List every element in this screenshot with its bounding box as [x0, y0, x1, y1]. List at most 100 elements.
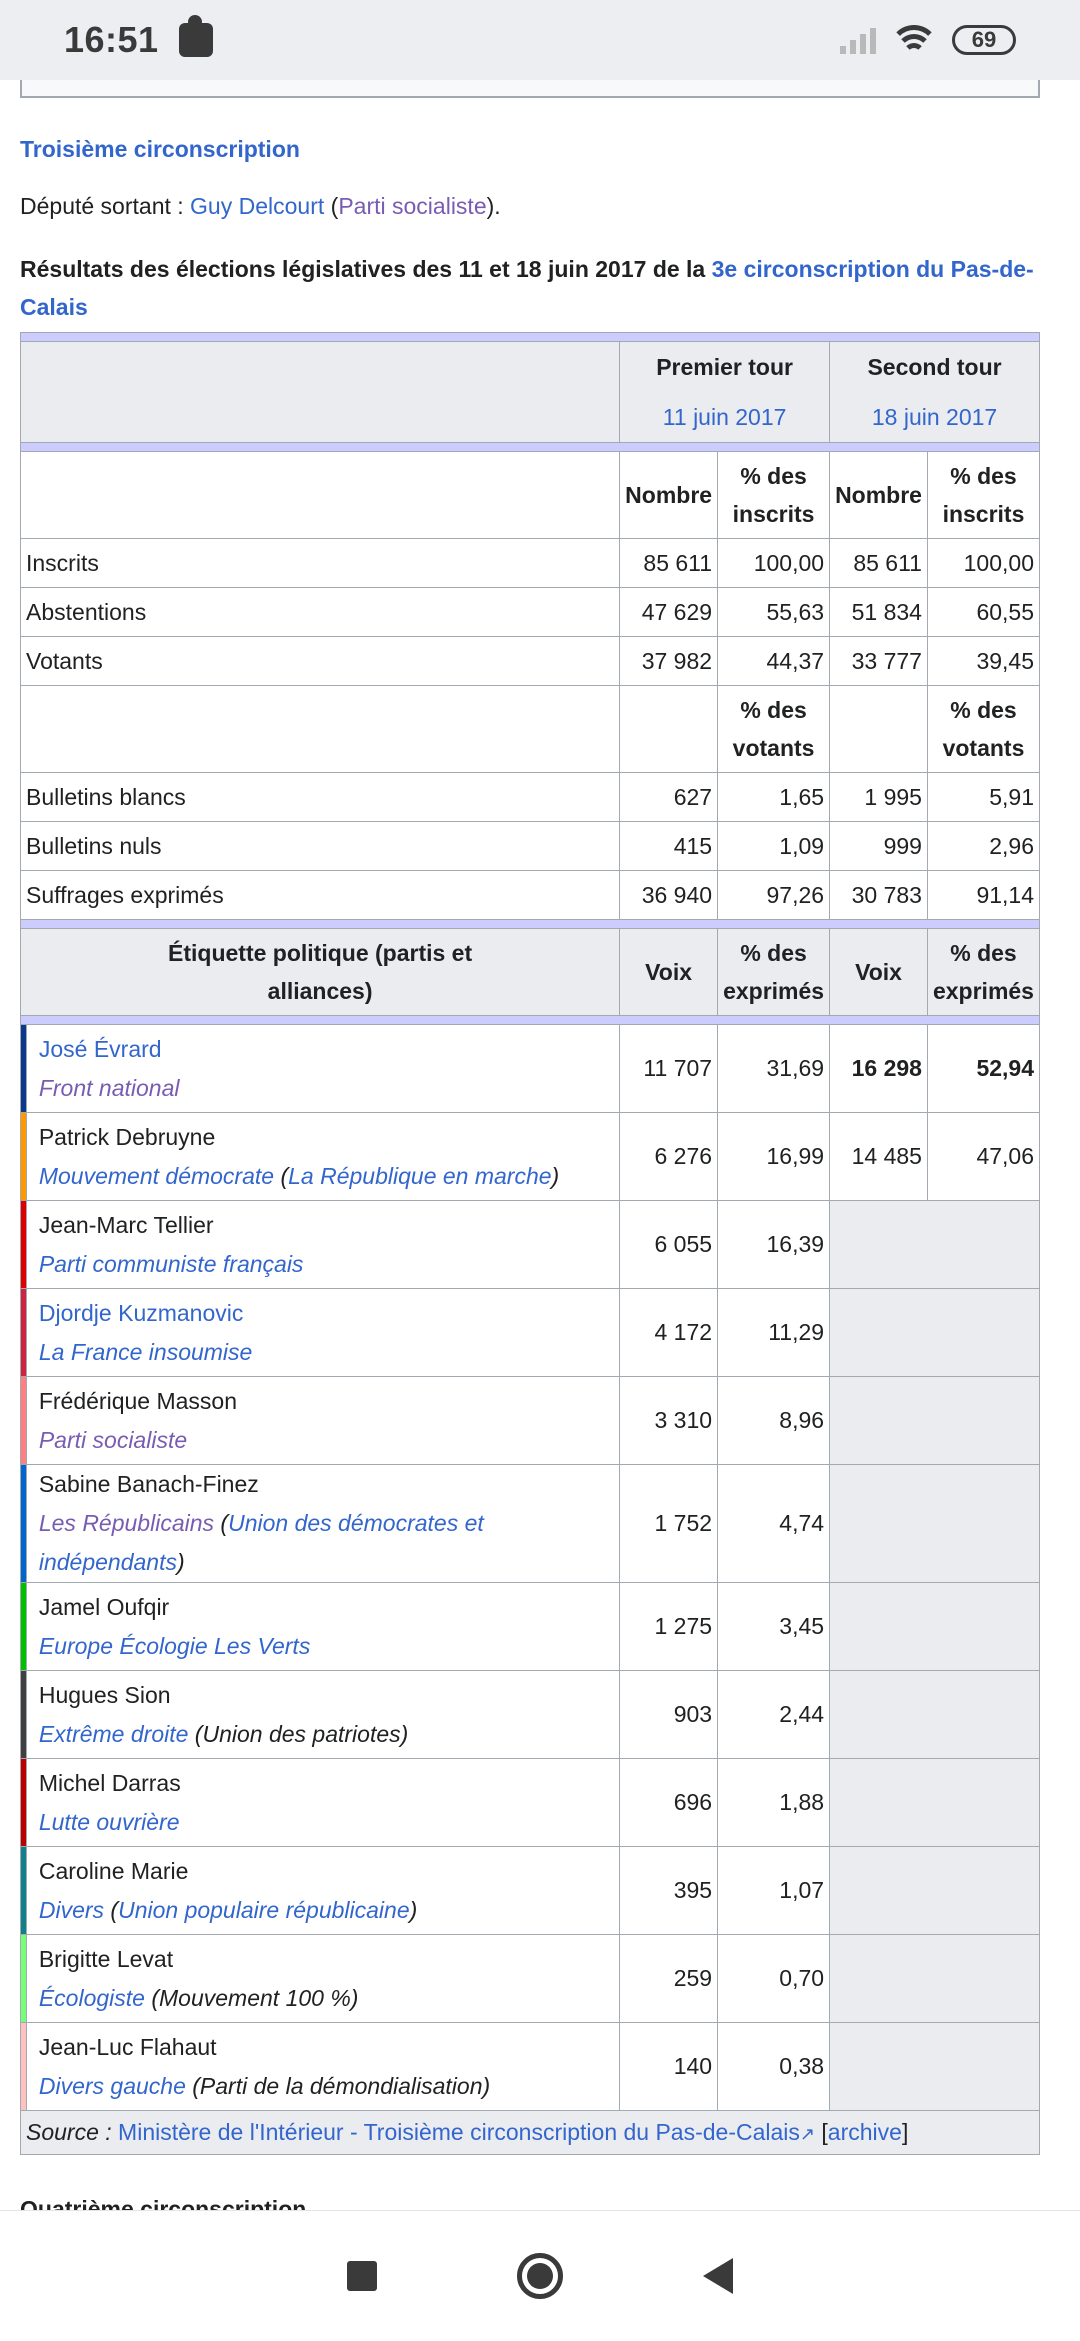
stat-row: Suffrages exprimés 36 940 97,26 30 783 91,14 — [19, 870, 1041, 920]
party-link[interactable]: Écologiste — [39, 1985, 145, 2011]
no-second-round-cell — [829, 1934, 1040, 2023]
candidate-row: Jamel Oufqir Europe Écologie Les Verts 1 2… — [20, 1582, 1040, 1671]
candidate-name: Jean-Marc Tellier — [38, 1211, 214, 1238]
party-link[interactable]: Europe Écologie Les Verts — [39, 1633, 310, 1659]
party-link[interactable]: Parti socialiste — [39, 1427, 187, 1453]
incumbent-name-link[interactable]: Guy Delcourt — [190, 193, 324, 219]
status-bar: 16:51 69 — [0, 0, 1080, 80]
alliance-link[interactable]: La République en marche — [288, 1163, 551, 1189]
stat-n2: 51 834 — [829, 587, 928, 637]
no-second-round-cell — [829, 1464, 1040, 1583]
votes-round1: 6 276 — [619, 1112, 719, 1201]
stat-n2: 30 783 — [829, 870, 928, 920]
party-link[interactable]: Parti communiste français — [39, 1251, 304, 1277]
navigation-bar — [0, 2210, 1080, 2341]
col-nombre: Nombre — [829, 451, 928, 539]
candidate-party: La France insoumise — [39, 1333, 614, 1372]
source-row: Source : Ministère de l'Intérieur - Troi… — [20, 2110, 1040, 2155]
party-link[interactable]: Mouvement démocrate — [39, 1163, 274, 1189]
candidate-party: Extrême droite (Union des patriotes) — [39, 1715, 614, 1754]
caption-text: Résultats des élections législatives des… — [20, 256, 712, 282]
pct-round1: 0,70 — [717, 1934, 831, 2023]
pct-round1: 0,38 — [717, 2022, 831, 2111]
stat-n1: 37 982 — [619, 636, 719, 686]
stat-label: Inscrits — [19, 538, 621, 588]
votes-round1: 1 752 — [619, 1464, 719, 1583]
blank-cell — [19, 685, 621, 773]
party-link[interactable]: Les Républicains — [39, 1510, 214, 1536]
candidate-name: Frédérique Masson — [38, 1387, 237, 1414]
source-link[interactable]: Ministère de l'Intérieur - Troisième cir… — [118, 2119, 800, 2145]
party-link[interactable]: Lutte ouvrière — [39, 1809, 180, 1835]
stat-label: Bulletins blancs — [19, 772, 621, 822]
separator-cell — [20, 1015, 1040, 1025]
next-section-heading: Quatrième circonscription — [20, 2196, 307, 2210]
alliance-link[interactable]: Union populaire républicaine — [118, 1897, 410, 1923]
recents-button[interactable] — [347, 2261, 377, 2291]
candidate-party: Parti socialiste — [39, 1421, 614, 1460]
party-link[interactable]: Extrême droite — [39, 1721, 189, 1747]
no-second-round-cell — [829, 1376, 1040, 1465]
pct-round1: 8,96 — [717, 1376, 831, 1465]
stat-row: Bulletins nuls 415 1,09 999 2,96 — [19, 821, 1041, 871]
col-pct-inscrits: % des inscrits — [717, 451, 831, 539]
stat-p2: 39,45 — [926, 636, 1041, 686]
party-link[interactable]: Front national — [39, 1075, 180, 1101]
candidate-party: Parti communiste français — [39, 1245, 614, 1284]
votes-round1: 11 707 — [619, 1024, 719, 1113]
votes-round2: 14 485 — [829, 1112, 928, 1201]
back-button[interactable] — [703, 2258, 733, 2294]
wifi-icon — [892, 23, 936, 57]
incumbent-party-link[interactable]: Parti socialiste — [338, 193, 486, 219]
candidate-cell: Patrick Debruyne Mouvement démocrate (La … — [25, 1112, 621, 1201]
stat-n2: 999 — [829, 821, 928, 871]
candidate-row: Frédérique Masson Parti socialiste 3 310 8,… — [20, 1376, 1040, 1465]
candidate-cell: Caroline Marie Divers (Union populaire ré… — [25, 1846, 621, 1935]
stat-p2: 5,91 — [926, 772, 1041, 822]
battery-icon: 69 — [952, 25, 1016, 55]
candidate-name: Jamel Oufqir — [38, 1593, 170, 1620]
table-caption: Résultats des élections législatives des… — [20, 250, 1040, 326]
home-button[interactable] — [517, 2253, 563, 2299]
candidate-name-link[interactable]: Djordje Kuzmanovic — [39, 1294, 614, 1333]
party-link[interactable]: Divers gauche — [39, 2073, 186, 2099]
col-pct-votants: % des votants — [926, 685, 1041, 773]
votes-round1: 3 310 — [619, 1376, 719, 1465]
pct-round1: 11,29 — [717, 1288, 831, 1377]
candidate-row: Djordje Kuzmanovic La France insoumise 4 1… — [20, 1288, 1040, 1377]
archive-link[interactable]: archive — [828, 2119, 902, 2145]
stat-n1: 36 940 — [619, 870, 719, 920]
stat-label: Abstentions — [19, 587, 621, 637]
results-table: Premier tour 11 juin 2017 Second tour 18 ju… — [19, 332, 1041, 2155]
candidate-party: Europe Écologie Les Verts — [39, 1627, 614, 1666]
candidate-name: Caroline Marie — [38, 1857, 189, 1884]
votes-round1: 903 — [619, 1670, 719, 1759]
round2-title: Second tour — [867, 354, 1002, 380]
candidate-name: Hugues Sion — [38, 1681, 171, 1708]
candidate-row: Hugues Sion Extrême droite (Union des pat… — [20, 1670, 1040, 1759]
votes-round1: 395 — [619, 1846, 719, 1935]
votes-round1: 4 172 — [619, 1288, 719, 1377]
candidate-row: José Évrard Front national 11 707 31,69 16 2… — [20, 1024, 1041, 1113]
puzzle-icon — [178, 15, 213, 57]
round2-date-link[interactable]: 18 juin 2017 — [835, 392, 1034, 442]
incumbent-paragraph: Député sortant : Guy Delcourt (Parti soc… — [20, 193, 1040, 220]
stat-label: Suffrages exprimés — [19, 870, 621, 920]
round1-date-link[interactable]: 11 juin 2017 — [625, 392, 824, 442]
candidate-name-link[interactable]: José Évrard — [39, 1030, 614, 1069]
alliance-text: (Parti de la démondialisation) — [185, 2072, 491, 2099]
candidate-row: Brigitte Levat Écologiste (Mouvement 100 … — [20, 1934, 1040, 2023]
stat-p1: 55,63 — [717, 587, 831, 637]
candidate-cell: Brigitte Levat Écologiste (Mouvement 100 … — [25, 1934, 621, 2023]
candidate-party: Les Républicains (Union des démocrates e… — [39, 1504, 614, 1582]
pct-round2: 47,06 — [926, 1112, 1041, 1201]
stat-row: Inscrits 85 611 100,00 85 611 100,00 — [19, 538, 1041, 588]
votes-round1: 259 — [619, 1934, 719, 2023]
incumbent-open: ( — [324, 193, 339, 219]
candidate-cell: Jamel Oufqir Europe Écologie Les Verts — [25, 1582, 621, 1671]
blank-header-cell — [19, 341, 621, 443]
party-link[interactable]: Divers — [39, 1897, 104, 1923]
stat-label: Bulletins nuls — [19, 821, 621, 871]
candidate-row: Caroline Marie Divers (Union populaire ré… — [20, 1846, 1040, 1935]
party-link[interactable]: La France insoumise — [39, 1339, 253, 1365]
